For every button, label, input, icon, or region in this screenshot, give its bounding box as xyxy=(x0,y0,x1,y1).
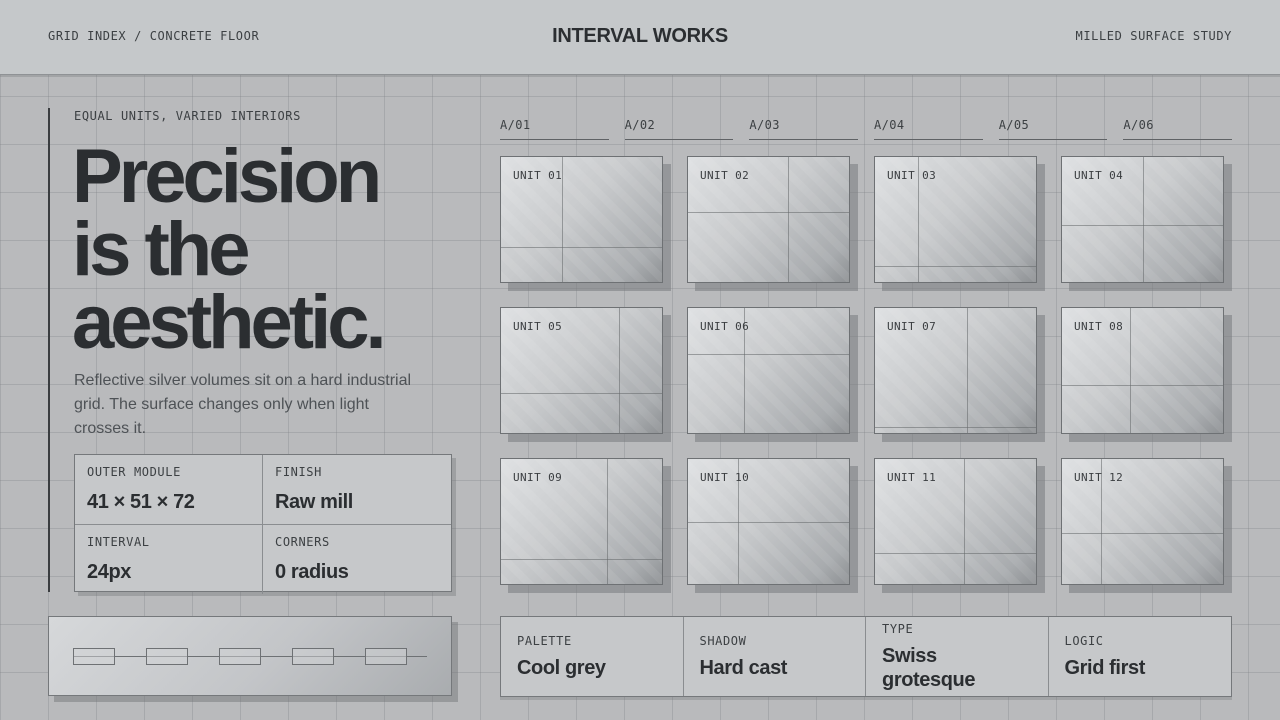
unit-label: UNIT 04 xyxy=(1074,169,1124,182)
unit-card[interactable]: UNIT 03 xyxy=(874,156,1037,283)
attr-label: SHADOW xyxy=(699,633,747,648)
column-index: A/01 A/02 A/03 A/04 A/05 A/06 xyxy=(500,118,1233,140)
unit-card[interactable]: UNIT 06 xyxy=(687,307,850,434)
spec-label: CORNERS xyxy=(275,535,330,549)
spec-value: 24px xyxy=(87,561,131,583)
unit-card[interactable]: UNIT 11 xyxy=(874,458,1037,585)
column-label: A/05 xyxy=(998,118,1108,140)
unit-label: UNIT 02 xyxy=(700,169,750,182)
rail-block xyxy=(219,648,261,665)
spec-table: OUTER MODULE 41 × 51 × 72 FINISH Raw mil… xyxy=(74,454,452,594)
headline-line-2: is the xyxy=(72,207,251,292)
unit-label: UNIT 05 xyxy=(513,320,563,333)
hero-eyebrow: EQUAL UNITS, VARIED INTERIORS xyxy=(74,109,301,123)
unit-card[interactable]: UNIT 04 xyxy=(1061,156,1224,283)
unit-card[interactable]: UNIT 09 xyxy=(500,458,663,585)
spec-corners: CORNERS 0 radius xyxy=(263,525,451,594)
rail-block xyxy=(73,648,115,665)
spec-label: OUTER MODULE xyxy=(87,465,181,479)
unit-label: UNIT 09 xyxy=(513,471,563,484)
attr-type: TYPE Swiss grotesque xyxy=(866,617,1049,696)
attribute-strip: PALETTE Cool grey SHADOW Hard cast TYPE … xyxy=(500,616,1232,697)
unit-card[interactable]: UNIT 12 xyxy=(1061,458,1224,585)
attr-value: Cool grey xyxy=(517,656,606,679)
hero-headline: Precision is the aesthetic. xyxy=(72,134,462,365)
unit-label: UNIT 11 xyxy=(887,471,937,484)
top-bar: GRID INDEX / CONCRETE FLOOR INTERVAL WOR… xyxy=(0,0,1280,75)
rail-block xyxy=(365,648,407,665)
unit-card[interactable]: UNIT 05 xyxy=(500,307,663,434)
unit-card[interactable]: UNIT 01 xyxy=(500,156,663,283)
spec-value: 0 radius xyxy=(275,561,349,583)
unit-card[interactable]: UNIT 08 xyxy=(1061,307,1224,434)
attr-palette: PALETTE Cool grey xyxy=(501,617,684,696)
page-subtitle: MILLED SURFACE STUDY xyxy=(1075,29,1232,43)
unit-label: UNIT 12 xyxy=(1074,471,1124,484)
unit-card[interactable]: UNIT 07 xyxy=(874,307,1037,434)
attr-value: Hard cast xyxy=(699,656,788,679)
headline-line-1: Precision xyxy=(72,134,382,219)
unit-grid: UNIT 01 UNIT 02 UNIT 03 UNIT 04 UNIT 05 … xyxy=(500,156,1224,585)
column-label: A/03 xyxy=(749,118,859,140)
column-label: A/01 xyxy=(500,118,609,140)
spec-outer-module: OUTER MODULE 41 × 51 × 72 xyxy=(75,455,263,525)
attr-shadow: SHADOW Hard cast xyxy=(684,617,866,696)
headline-line-3: aesthetic. xyxy=(72,280,387,365)
unit-card[interactable]: UNIT 10 xyxy=(687,458,850,585)
spec-value: Raw mill xyxy=(275,491,353,513)
attr-label: LOGIC xyxy=(1064,633,1104,648)
spec-label: FINISH xyxy=(275,465,322,479)
unit-card[interactable]: UNIT 02 xyxy=(687,156,850,283)
unit-label: UNIT 07 xyxy=(887,320,937,333)
rail-block xyxy=(146,648,188,665)
column-label: A/02 xyxy=(624,118,734,140)
spec-value: 41 × 51 × 72 xyxy=(87,491,195,513)
unit-label: UNIT 01 xyxy=(513,169,563,182)
spec-interval: INTERVAL 24px xyxy=(75,525,263,594)
hero-rule xyxy=(48,108,50,592)
column-label: A/06 xyxy=(1123,118,1233,140)
unit-label: UNIT 10 xyxy=(700,471,750,484)
column-label: A/04 xyxy=(874,118,983,140)
spec-label: INTERVAL xyxy=(87,535,150,549)
attr-label: PALETTE xyxy=(517,633,572,648)
attr-logic: LOGIC Grid first xyxy=(1049,617,1232,696)
spec-finish: FINISH Raw mill xyxy=(263,455,451,525)
unit-label: UNIT 03 xyxy=(887,169,937,182)
attr-label: TYPE xyxy=(882,621,914,636)
rail-panel xyxy=(48,616,452,696)
attr-value: Swiss grotesque xyxy=(882,644,976,691)
unit-label: UNIT 06 xyxy=(700,320,750,333)
attr-value: Grid first xyxy=(1064,656,1146,679)
unit-label: UNIT 08 xyxy=(1074,320,1124,333)
rail-block xyxy=(292,648,334,665)
hero-description: Reflective silver volumes sit on a hard … xyxy=(74,372,412,437)
